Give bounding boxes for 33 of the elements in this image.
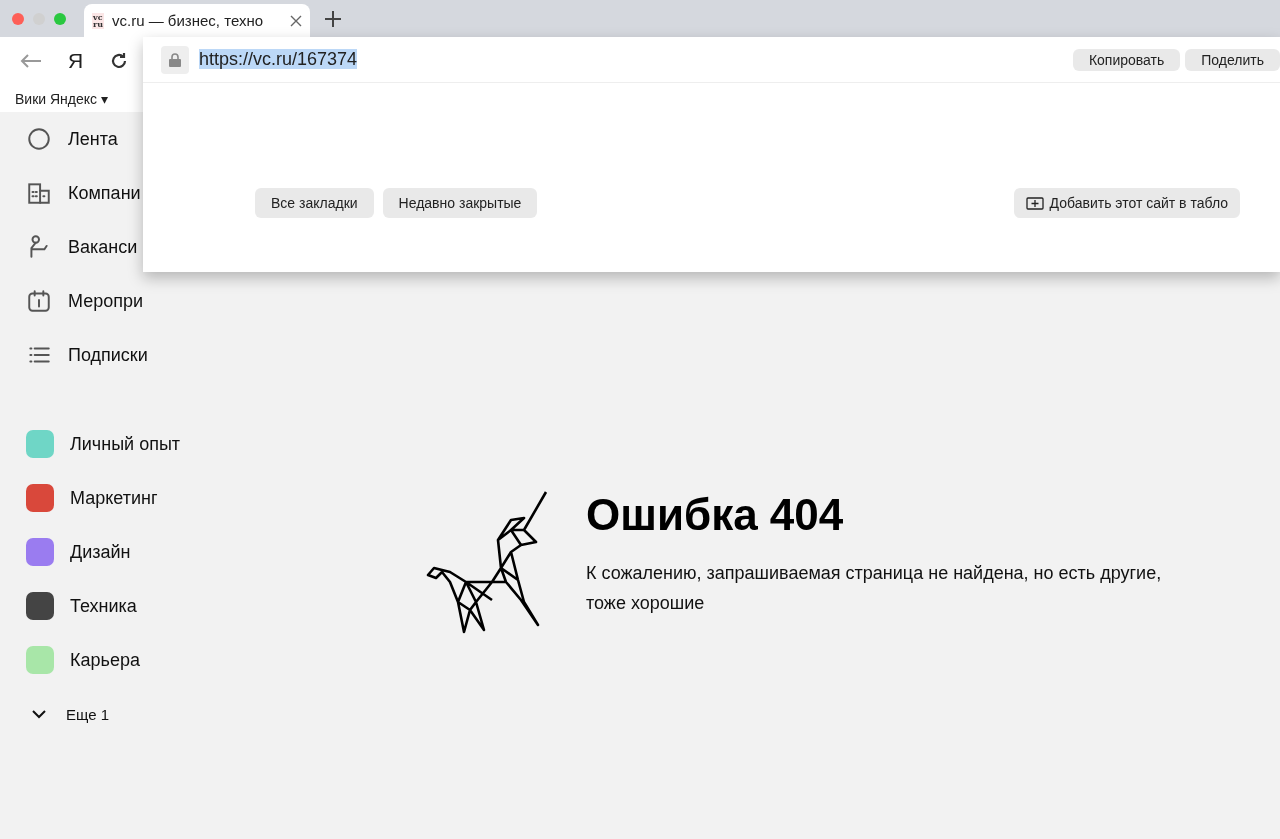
copy-button[interactable]: Копировать [1072,48,1181,71]
url-field[interactable]: https://vc.ru/167374 [199,49,358,69]
error-message: К сожалению, запрашиваемая страница не найдена, но есть другие, тоже хорошие [586,562,1163,615]
sidebar-item[interactable]: Лента [68,128,118,150]
sidebar-item[interactable]: Ваканси [68,236,138,258]
plus-square-icon [1025,196,1044,210]
lock-icon[interactable] [161,45,189,74]
bookmark-folder[interactable]: Вики Яндекс ▾ [15,90,108,107]
add-to-tableau-button[interactable]: Добавить этот сайт в табло [1013,188,1240,218]
tab-title: vc.ru — бизнес, техно [112,12,265,29]
calendar-icon [26,288,52,314]
sidebar-item[interactable]: Подписки [68,344,148,366]
browser-tab[interactable]: vc ru vc.ru — бизнес, техно [84,4,310,37]
chevron-down-icon [32,709,46,719]
sidebar-item[interactable]: Личный опыт [70,433,181,455]
more-link[interactable]: Еще 1 [66,705,110,723]
close-icon[interactable] [290,14,302,27]
circle-icon [26,126,52,152]
sidebar-item[interactable]: Меропри [68,290,144,312]
site-favicon: vc ru [92,12,105,29]
close-window-button[interactable] [12,12,24,25]
shortcut-button[interactable]: Недавно закрытые [382,188,538,218]
yandex-button[interactable]: Я [68,49,84,73]
building-icon [26,180,52,206]
sidebar-item[interactable]: Карьера [70,649,140,671]
sidebar-item[interactable]: Маркетинг [70,487,158,509]
share-button[interactable]: Поделить [1185,48,1280,71]
back-arrow-icon[interactable] [20,53,42,69]
sidebar-item[interactable]: Компани [68,182,141,204]
sidebar-item[interactable]: Техника [70,595,137,617]
error-title: Ошибка 404 [586,490,845,540]
shortcut-button[interactable]: Все закладки [255,188,374,218]
sidebar-item[interactable]: Дизайн [70,541,131,563]
